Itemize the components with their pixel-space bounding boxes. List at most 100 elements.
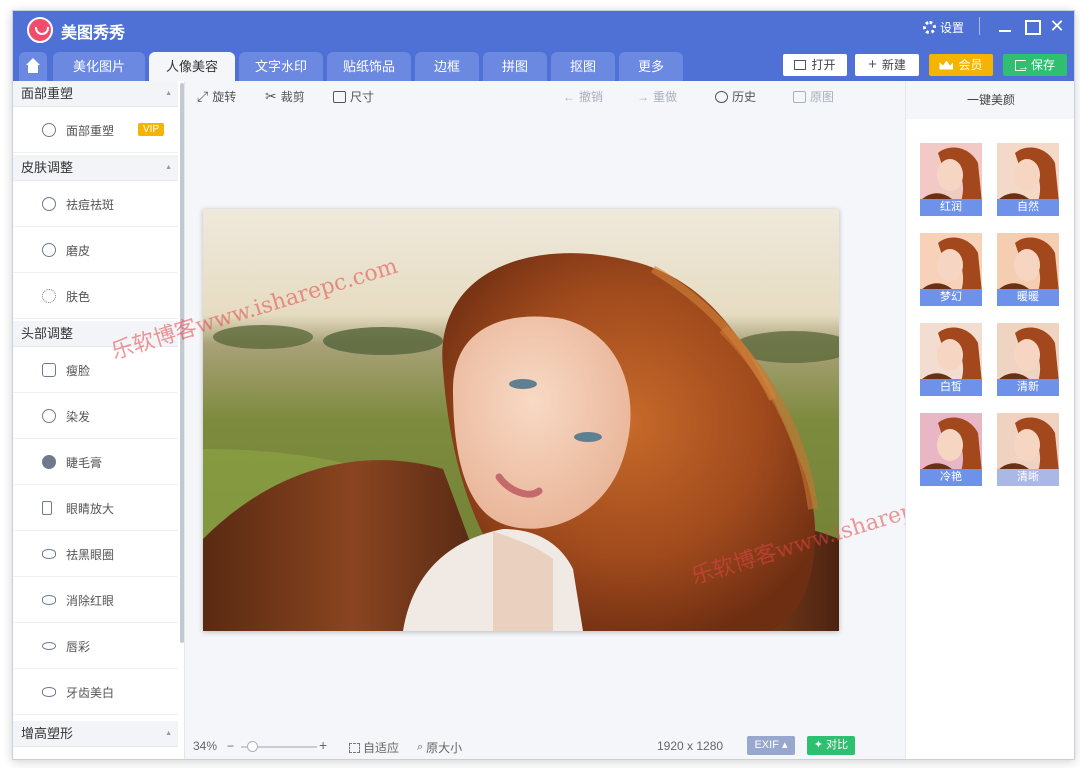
undo-label: 撤销 xyxy=(579,90,604,104)
preset-3[interactable]: 梦幻 xyxy=(920,233,982,306)
face-icon xyxy=(42,123,56,137)
section-face-reshape[interactable]: 面部重塑 ▲ xyxy=(13,81,178,107)
sidebar-item-mascara[interactable]: 睫毛膏 xyxy=(13,439,178,485)
lips-icon xyxy=(42,642,56,650)
preset-4[interactable]: 暖暖 xyxy=(997,233,1059,306)
history-label: 历史 xyxy=(732,90,757,104)
vip-button[interactable]: 会员 xyxy=(929,54,993,76)
one-click-beauty-panel: 一键美颜 红润 自然梦幻 暖暖白皙 清新冷艳 清晰 xyxy=(905,81,1074,759)
rotate-icon: ⤢ xyxy=(197,88,209,104)
sidebar-item-hair-dye[interactable]: 染发 xyxy=(13,393,178,439)
home-icon[interactable] xyxy=(19,52,47,81)
tab-collage[interactable]: 拼图 xyxy=(483,52,547,81)
rotate-button[interactable]: ⤢ 旋转 xyxy=(197,88,236,105)
tab-more[interactable]: 更多 xyxy=(619,52,683,81)
fit-icon xyxy=(349,742,360,753)
tab-stickers[interactable]: 贴纸饰品 xyxy=(327,52,411,81)
minimize-button[interactable] xyxy=(993,15,1017,37)
preset-label: 冷艳 xyxy=(920,469,982,486)
sidebar-item-red-eye[interactable]: 消除红眼 xyxy=(13,577,178,623)
sidebar-item-label: 祛痘祛斑 xyxy=(66,198,115,212)
panel-title: 一键美颜 xyxy=(906,81,1074,119)
sparkle-icon: ✦ xyxy=(813,739,824,751)
preset-8[interactable]: 清晰 xyxy=(997,413,1059,486)
app-logo-icon xyxy=(27,17,53,43)
slim-face-icon xyxy=(42,363,56,377)
sidebar-item-label: 瘦脸 xyxy=(66,364,91,378)
sidebar-item-label: 唇彩 xyxy=(66,640,91,654)
section-body[interactable]: 增高塑形 ▲ xyxy=(13,721,178,747)
tools-sidebar: 面部重塑 ▲ 面部重塑 VIP 皮肤调整 ▲ 祛痘祛斑 磨皮 肤色 头部调整 瘦… xyxy=(13,81,185,759)
crown-icon xyxy=(939,60,954,70)
new-label: 新建 xyxy=(881,58,906,72)
zoom-slider-handle[interactable] xyxy=(247,741,258,752)
original-button[interactable]: 原图 xyxy=(793,88,834,105)
settings-label: 设置 xyxy=(940,21,965,35)
original-label: 原图 xyxy=(810,90,835,104)
sidebar-item-label: 牙齿美白 xyxy=(66,686,115,700)
tab-cutout[interactable]: 抠图 xyxy=(551,52,615,81)
preset-label: 梦幻 xyxy=(920,289,982,306)
eye-icon xyxy=(42,549,56,559)
photo-canvas[interactable]: 乐软博客www.isharepc.com 乐软博客www.isharepc.co… xyxy=(109,111,981,733)
size-button[interactable]: 尺寸 xyxy=(333,88,374,105)
new-button[interactable]: + 新建 xyxy=(855,54,919,76)
zoom-out-button[interactable]: − xyxy=(227,739,234,753)
preset-label: 暖暖 xyxy=(997,289,1059,306)
save-button[interactable]: 保存 xyxy=(1003,54,1067,78)
sidebar-item-label: 面部重塑 xyxy=(66,124,115,138)
compare-button[interactable]: ✦ 对比 xyxy=(807,736,855,755)
tab-portrait[interactable]: 人像美容 xyxy=(149,52,235,81)
preset-label: 自然 xyxy=(997,199,1059,216)
sidebar-item-teeth[interactable]: 牙齿美白 xyxy=(13,669,178,715)
preset-5[interactable]: 白皙 xyxy=(920,323,982,396)
sidebar-item-face-reshape[interactable]: 面部重塑 VIP xyxy=(13,107,178,153)
preset-6[interactable]: 清新 xyxy=(997,323,1059,396)
status-bar: 34% − + 自适应 ⌕ 原大小 1920 x 1280 EXIF ▴ ✦ 对… xyxy=(185,733,905,759)
section-skin[interactable]: 皮肤调整 ▲ xyxy=(13,155,178,181)
tab-text[interactable]: 文字水印 xyxy=(239,52,323,81)
preset-1[interactable]: 红润 xyxy=(920,143,982,216)
preset-7[interactable]: 冷艳 xyxy=(920,413,982,486)
sidebar-item-label: 睫毛膏 xyxy=(66,456,103,470)
actual-size-label: 原大小 xyxy=(426,741,463,755)
sidebar-item-smooth[interactable]: 磨皮 xyxy=(13,227,178,273)
preset-2[interactable]: 自然 xyxy=(997,143,1059,216)
maximize-button[interactable] xyxy=(1019,15,1043,37)
sidebar-item-eye-enlarge[interactable]: 眼睛放大 xyxy=(13,485,178,531)
settings-button[interactable]: 设置 xyxy=(923,19,964,36)
sidebar-item-skin-tone[interactable]: 肤色 xyxy=(13,273,178,319)
tab-border[interactable]: 边框 xyxy=(415,52,479,81)
open-label: 打开 xyxy=(811,58,836,72)
sidebar-scrollbar[interactable] xyxy=(180,83,184,643)
sidebar-item-acne[interactable]: 祛痘祛斑 xyxy=(13,181,178,227)
zoom-in-button[interactable]: + xyxy=(319,737,327,753)
vip-badge: VIP xyxy=(138,123,165,136)
gear-icon xyxy=(923,21,936,34)
exif-button[interactable]: EXIF ▴ xyxy=(747,736,795,755)
redo-arrow-icon: → xyxy=(637,89,649,104)
preset-label: 白皙 xyxy=(920,379,982,396)
sidebar-item-lip[interactable]: 唇彩 xyxy=(13,623,178,669)
sidebar-item-dark-circles[interactable]: 祛黑眼圈 xyxy=(13,531,178,577)
mascara-icon xyxy=(42,455,56,469)
save-label: 保存 xyxy=(1030,58,1055,72)
fit-button[interactable]: 自适应 xyxy=(349,739,399,756)
sidebar-item-label: 眼睛放大 xyxy=(66,502,115,516)
collapse-caret-icon: ▲ xyxy=(165,90,172,97)
sidebar-item-label: 祛黑眼圈 xyxy=(66,548,115,562)
redo-button[interactable]: → 重做 xyxy=(637,88,677,105)
open-button[interactable]: 打开 xyxy=(783,54,847,76)
actual-size-button[interactable]: ⌕ 原大小 xyxy=(417,739,462,756)
undo-button[interactable]: ← 撤销 xyxy=(563,88,603,105)
resize-icon xyxy=(333,90,346,103)
undo-arrow-icon: ← xyxy=(563,89,575,104)
sidebar-item-label: 染发 xyxy=(66,410,91,424)
tab-beautify[interactable]: 美化图片 xyxy=(53,52,145,81)
section-title: 面部重塑 xyxy=(21,86,74,101)
close-button[interactable]: ✕ xyxy=(1045,15,1069,37)
history-button[interactable]: 历史 xyxy=(715,88,756,105)
crop-label: 裁剪 xyxy=(280,90,305,104)
crop-button[interactable]: ✂ 裁剪 xyxy=(265,88,305,105)
app-title: 美图秀秀 xyxy=(61,25,126,42)
